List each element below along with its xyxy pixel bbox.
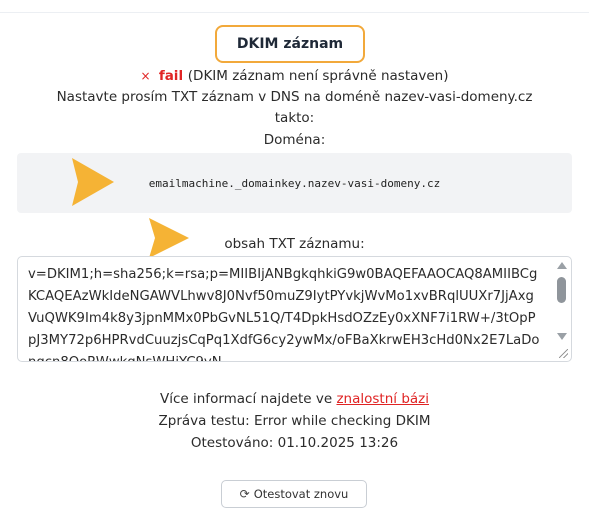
instructions-line-2: takto: [274, 110, 315, 126]
txt-record-label: obsah TXT záznamu: [224, 236, 365, 252]
pointer-arrow-icon [72, 158, 114, 206]
scroll-thumb[interactable] [557, 277, 566, 303]
more-info-line: Více informací najdete ve znalostní bázi [0, 391, 589, 407]
knowledge-base-link[interactable]: znalostní bázi [336, 391, 429, 407]
retest-label: Otestovat znovu [253, 487, 349, 501]
resize-grip-icon[interactable] [559, 349, 568, 358]
domain-label: Doména: [263, 132, 326, 148]
more-info-text: Více informací najdete ve [160, 391, 337, 407]
status-line: × fail (DKIM záznam není správně nastave… [0, 68, 589, 84]
top-divider [0, 0, 589, 13]
test-message: Zpráva testu: Error while checking DKIM [158, 413, 431, 429]
status-fail-label: fail [158, 68, 188, 84]
scroll-up-arrow-icon[interactable] [557, 262, 567, 269]
section-title: DKIM záznam [215, 25, 365, 63]
status-detail: (DKIM záznam není správně nastaven) [187, 68, 449, 84]
tested-at: Otestováno: 01.10.2025 13:26 [190, 435, 399, 451]
retest-button[interactable]: ⟳ Otestovat znovu [221, 480, 367, 508]
scroll-down-arrow-icon[interactable] [557, 333, 567, 340]
instructions-line-1: Nastavte prosím TXT záznam v DNS na domé… [56, 89, 533, 105]
textarea-scrollbar[interactable] [553, 257, 571, 361]
fail-icon: × [140, 69, 151, 83]
refresh-icon: ⟳ [239, 487, 250, 501]
domain-value[interactable]: emailmachine._domainkey.nazev-vasi-domen… [149, 177, 440, 190]
txt-record-value[interactable]: v=DKIM1;h=sha256;k=rsa;p=MIIBIjANBgkqhki… [18, 257, 550, 361]
txt-record-textarea[interactable]: v=DKIM1;h=sha256;k=rsa;p=MIIBIjANBgkqhki… [17, 256, 572, 362]
